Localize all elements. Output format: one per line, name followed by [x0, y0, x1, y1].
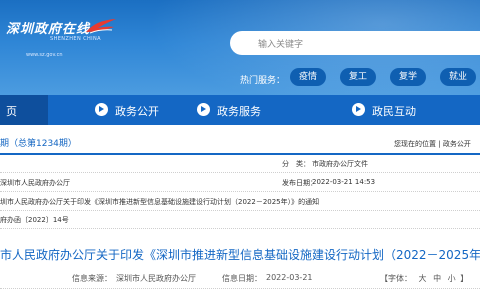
category-label: 分 类： — [282, 160, 310, 168]
font-size-medium[interactable]: 中 — [433, 274, 441, 283]
date-label: 信息日期： — [222, 274, 262, 283]
doc-number: 府办函〔2022〕14号 — [0, 216, 69, 224]
date-value: 2022-03-21 — [266, 273, 313, 282]
meta-separator — [0, 288, 480, 289]
search-placeholder: 输入关键字 — [258, 40, 304, 50]
breadcrumb-prefix: 您现在的位置 — [394, 140, 436, 148]
nav-item-label: 政民互动 — [372, 105, 416, 118]
section-divider — [0, 153, 480, 155]
row-separator — [0, 228, 480, 229]
breadcrumb-separator: | — [438, 140, 441, 148]
arrow-circle-icon — [197, 103, 210, 116]
font-size-label: 【字体： — [380, 274, 412, 283]
row-separator — [0, 172, 480, 173]
font-size-large[interactable]: 大 — [419, 274, 427, 283]
doc-full-title: 圳市人民政府办公厅关于印发《深圳市推进新型信息基础设施建设行动计划（2022－2… — [0, 198, 320, 206]
logo-subtitle: SHENZHEN CHINA — [50, 36, 101, 42]
nav-item-label: 政务公开 — [115, 105, 159, 118]
row-separator — [0, 210, 480, 211]
logo-title: 深圳政府在线 — [6, 22, 91, 37]
page-title: 市人民政府办公厅关于印发《深圳市推进新型信息基础设施建设行动计划（2022－20… — [0, 248, 480, 262]
arrow-circle-icon — [95, 103, 108, 116]
site-logo[interactable]: 深圳政府在线 SHENZHEN CHINA www.sz.gov.cn — [6, 18, 116, 63]
font-size-small[interactable]: 小 — [448, 274, 456, 283]
logo-bird-icon — [86, 19, 116, 34]
source-label: 信息来源： — [72, 274, 112, 283]
row-separator — [0, 191, 480, 192]
publisher-value: 深圳市人民政府办公厅 — [0, 179, 70, 187]
font-size-control: 【字体： 大 中 小 】 — [380, 273, 468, 284]
issue-number: 期（总第1234期） — [0, 139, 77, 149]
hot-button-employment[interactable]: 就业 — [440, 68, 476, 86]
source-value: 深圳市人民政府办公厅 — [116, 274, 196, 283]
category-value: 市政府办公厅文件 — [312, 160, 368, 168]
hot-button-epidemic[interactable]: 疫情 — [290, 68, 326, 86]
nav-home[interactable]: 页 — [0, 95, 48, 125]
logo-url: www.sz.gov.cn — [26, 52, 63, 58]
breadcrumb: 您现在的位置 | 政务公开 — [394, 139, 471, 149]
breadcrumb-link-gov-open[interactable]: 政务公开 — [443, 140, 471, 148]
arrow-circle-icon — [352, 103, 365, 116]
publish-date-value: 2022-03-21 14:53 — [312, 178, 376, 186]
font-size-close: 】 — [460, 274, 469, 283]
main-nav: 页 政务公开 政务服务 政民互动 — [0, 95, 480, 125]
hot-button-resume-work[interactable]: 复工 — [340, 68, 376, 86]
header-banner: 深圳政府在线 SHENZHEN CHINA www.sz.gov.cn 输入关键… — [0, 0, 480, 95]
hot-services-label: 热门服务： — [240, 76, 286, 86]
hot-button-resume-school[interactable]: 复学 — [390, 68, 426, 86]
nav-item-label: 政务服务 — [217, 105, 261, 118]
nav-home-label: 页 — [6, 105, 17, 118]
search-input[interactable]: 输入关键字 — [230, 31, 480, 55]
